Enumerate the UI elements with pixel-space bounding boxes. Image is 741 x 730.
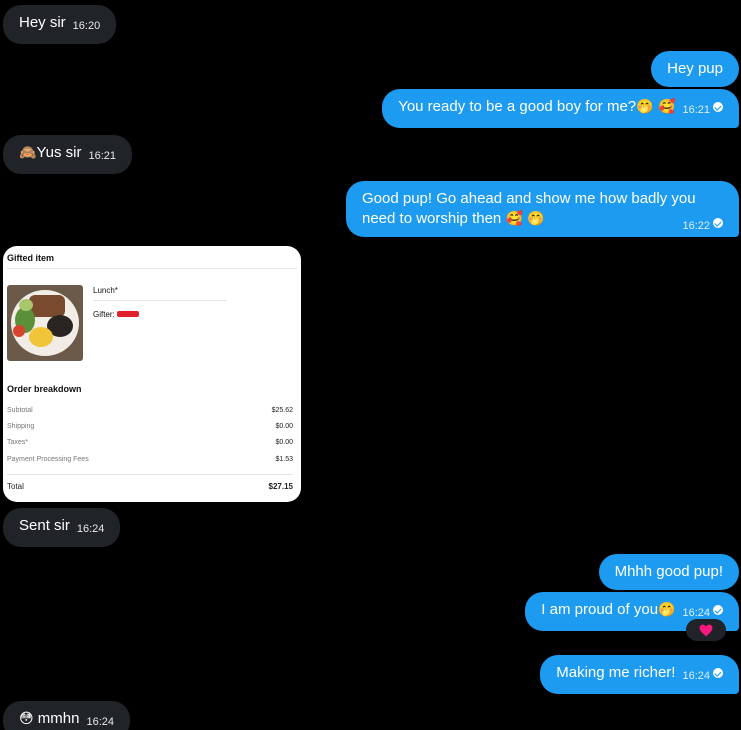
emoji: 🙈 [19,145,37,161]
read-check-icon [713,218,723,228]
message-time: 16:24 [682,607,710,619]
total-label: Total [7,482,24,491]
gifted-item-card[interactable]: Gifted item Lunch* Gifter: Order breakdo… [3,246,301,502]
card-header: Gifted item [7,253,55,263]
row-value: $25.62 [271,407,293,414]
message-text-line: need to worship then [362,210,502,227]
total-value: $27.15 [268,482,293,491]
breakdown-row: Subtotal $25.62 [7,407,293,414]
row-value: $0.00 [275,439,293,446]
divider [7,268,297,269]
message-text: Yus sir [36,144,82,161]
message-text: I am proud of you [541,601,659,618]
message-time: 16:24 [76,523,105,535]
message-bubble-outgoing[interactable]: You ready to be a good boy for me?🤭 🥰 16:… [382,89,739,128]
breakdown-row: Taxes* $0.00 [7,439,293,446]
message-text: Sent sir [19,517,70,534]
message-bubble-incoming[interactable]: 🙈Yus sir 16:21 [3,135,132,174]
message-bubble-incoming[interactable]: Sent sir 16:24 [3,508,121,547]
read-check-icon [713,605,723,615]
message-text: Hey sir [19,14,66,31]
message-time: 16:24 [682,670,710,682]
message-text: mmhn [37,710,80,727]
message-time: 16:21 [88,150,116,162]
redaction-mark [116,311,139,317]
emoji: 🤭 [658,602,676,618]
row-value: $0.00 [275,423,293,430]
message-bubble-outgoing[interactable]: Making me richer! 16:24 [540,655,739,694]
message-bubble-outgoing[interactable]: Mhhh good pup! [598,554,739,590]
row-value: $1.53 [275,456,293,463]
order-breakdown-title: Order breakdown [7,384,82,394]
total-row: Total $27.15 [7,482,293,491]
gifter-label: Gifter: [93,310,139,319]
row-label: Subtotal [7,407,33,414]
message-bubble-incoming[interactable]: Hey sir 16:20 [3,5,117,44]
message-time: 16:21 [682,104,710,116]
message-time: 16:24 [86,716,114,728]
message-bubble-outgoing[interactable]: Good pup! Go ahead and show me how badly… [346,181,739,237]
food-image [7,285,83,361]
heart-icon [699,624,713,637]
row-label: Taxes* [7,439,29,446]
row-label: Shipping [7,423,35,430]
reaction-badge[interactable] [686,619,726,641]
divider [93,300,227,301]
emoji: 🥰 🤭 [505,211,545,227]
divider [7,474,293,475]
message-time: 16:22 [682,220,710,232]
read-check-icon [713,668,723,678]
message-time: 16:20 [72,20,101,32]
message-thread: Hey sir 16:20 Hey pup You ready to be a g… [0,0,741,730]
message-text: You ready to be a good boy for me? [398,98,637,115]
emoji: 😳 [19,711,34,727]
message-text-line: Good pup! Go ahead and show me how badly… [362,190,696,207]
message-bubble-incoming[interactable]: 😳 mmhn 16:24 [3,701,130,730]
message-text: Mhhh good pup! [614,563,723,580]
breakdown-row: Payment Processing Fees $1.53 [7,456,293,463]
breakdown-row: Shipping $0.00 [7,423,293,430]
emoji: 🤭 🥰 [636,99,676,115]
message-bubble-outgoing[interactable]: Hey pup [651,51,739,87]
item-name: Lunch* [93,286,118,295]
read-check-icon [713,102,723,112]
message-text: Hey pup [667,60,723,77]
row-label: Payment Processing Fees [7,456,89,463]
message-text: Making me richer! [556,664,676,681]
